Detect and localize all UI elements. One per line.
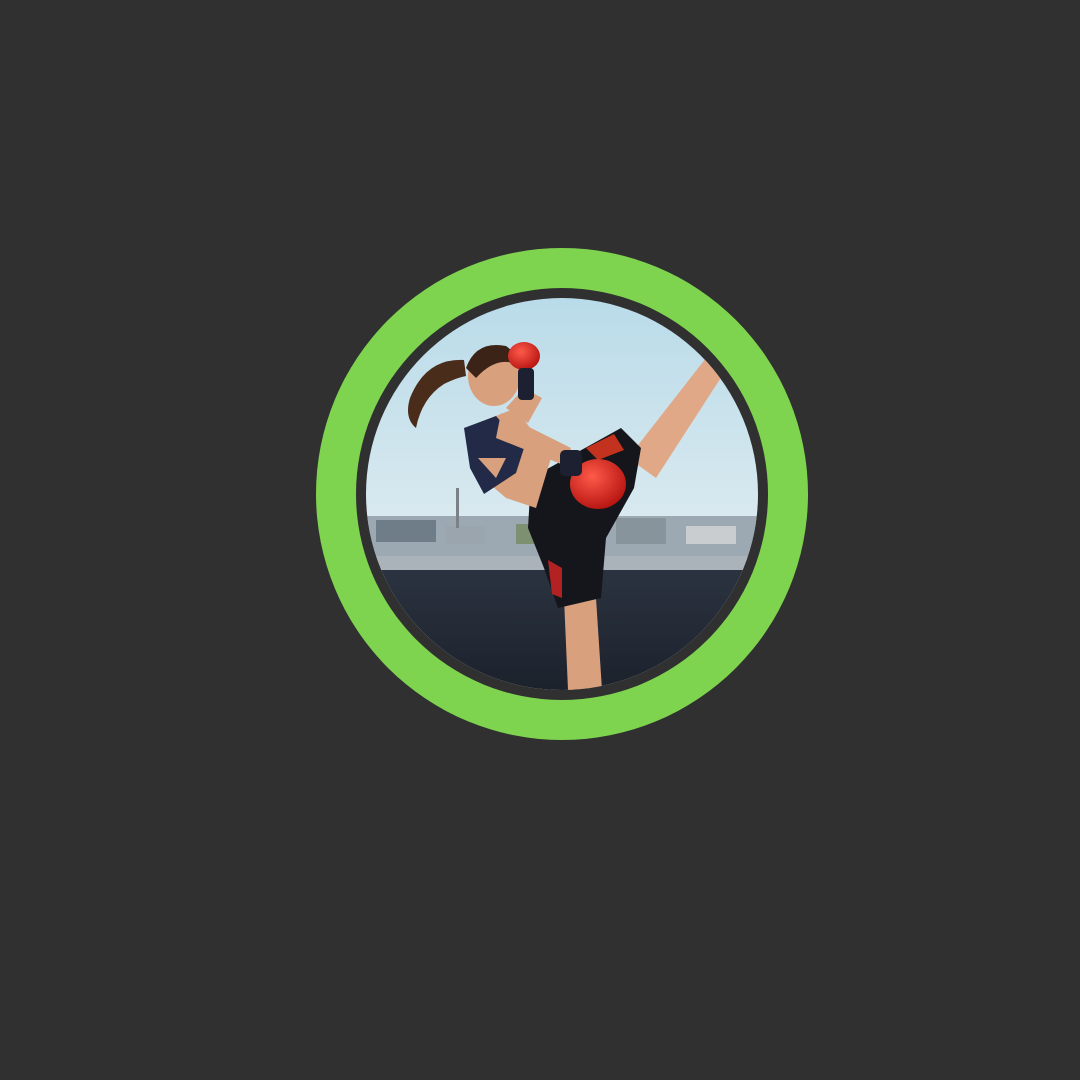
profile-screen [0, 0, 1080, 1080]
avatar-gap [356, 288, 768, 700]
kickboxer-photo-icon [366, 298, 758, 690]
avatar[interactable] [366, 298, 758, 690]
story-ring[interactable] [316, 248, 808, 740]
